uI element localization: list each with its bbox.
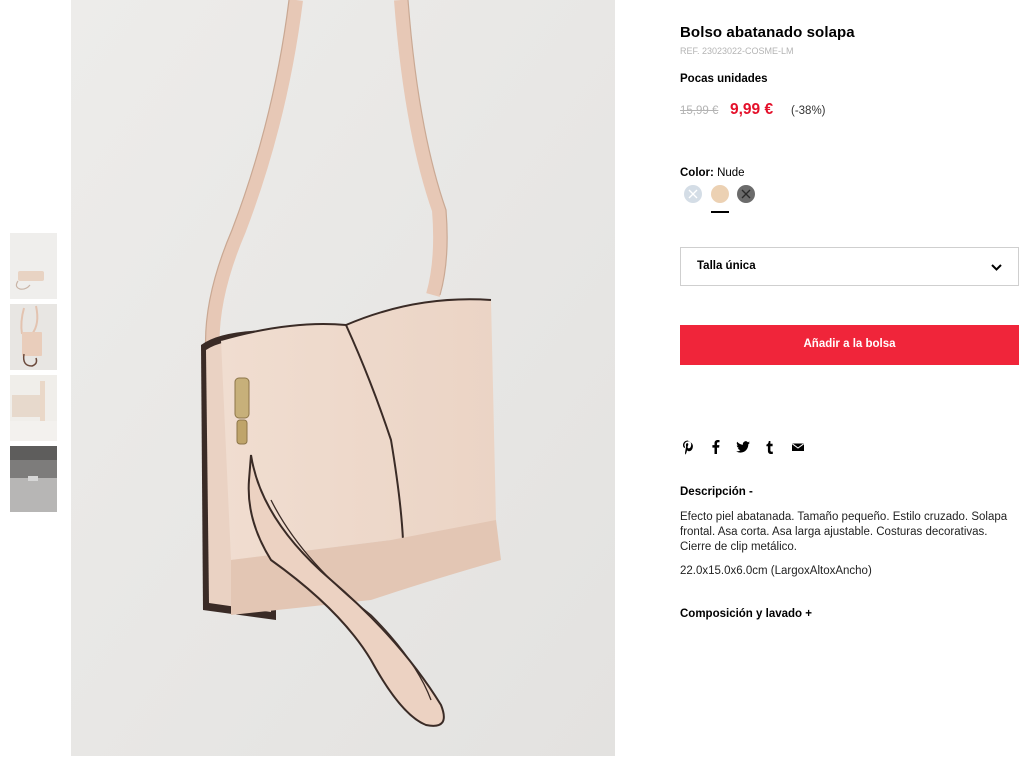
size-dropdown[interactable]: Talla única: [680, 247, 1019, 286]
pinterest-icon[interactable]: [680, 439, 696, 455]
product-reference: REF. 23023022-COSME-LM: [680, 46, 794, 56]
sale-price: 9,99 €: [730, 101, 774, 118]
original-price: 15,99 €: [680, 105, 719, 117]
color-swatch-light-blue[interactable]: [684, 185, 702, 203]
thumbnail-1[interactable]: [10, 233, 57, 299]
color-swatches: [684, 185, 774, 215]
product-title: Bolso abatanado solapa: [680, 24, 855, 41]
add-to-bag-button[interactable]: Añadir a la bolsa: [680, 325, 1019, 365]
thumbnail-gallery: [10, 233, 57, 517]
composition-toggle[interactable]: Composición y lavado +: [680, 608, 812, 620]
selected-color-name: Nude: [717, 167, 745, 179]
color-label: Color: Nude: [680, 167, 745, 179]
bag-detail-thumbnail-image: [10, 375, 57, 441]
description-toggle[interactable]: Descripción -: [680, 486, 753, 498]
discount-percentage: (-38%): [791, 105, 826, 117]
share-icons: [680, 439, 820, 457]
bag-flat-thumbnail-image: [10, 233, 57, 299]
description-text: Efecto piel abatanada. Tamaño pequeño. E…: [680, 511, 1008, 553]
twitter-icon[interactable]: [735, 439, 751, 455]
tumblr-icon[interactable]: [762, 439, 778, 455]
thumbnail-3[interactable]: [10, 375, 57, 441]
chevron-down-icon: [991, 264, 1002, 271]
color-swatch-nude[interactable]: [711, 185, 729, 203]
unavailable-cross-icon: [741, 189, 751, 199]
color-label-title: Color:: [680, 167, 714, 179]
stock-status: Pocas unidades: [680, 73, 768, 85]
email-icon[interactable]: [790, 439, 806, 455]
thumbnail-2[interactable]: [10, 304, 57, 370]
bag-side-thumbnail-image: [10, 304, 57, 370]
size-dropdown-value: Talla única: [697, 260, 756, 272]
crossbody-bag-photo: [71, 0, 615, 756]
product-dimensions: 22.0x15.0x6.0cm (LargoxAltoxAncho): [680, 565, 872, 577]
bag-closeup-thumbnail-image: [10, 446, 57, 512]
selected-swatch-underline: [711, 211, 729, 213]
color-swatch-grey[interactable]: [737, 185, 755, 203]
main-product-image: [71, 0, 615, 756]
thumbnail-4[interactable]: [10, 446, 57, 512]
unavailable-cross-icon: [688, 189, 698, 199]
add-to-bag-label: Añadir a la bolsa: [803, 338, 896, 350]
facebook-icon[interactable]: [708, 439, 724, 455]
